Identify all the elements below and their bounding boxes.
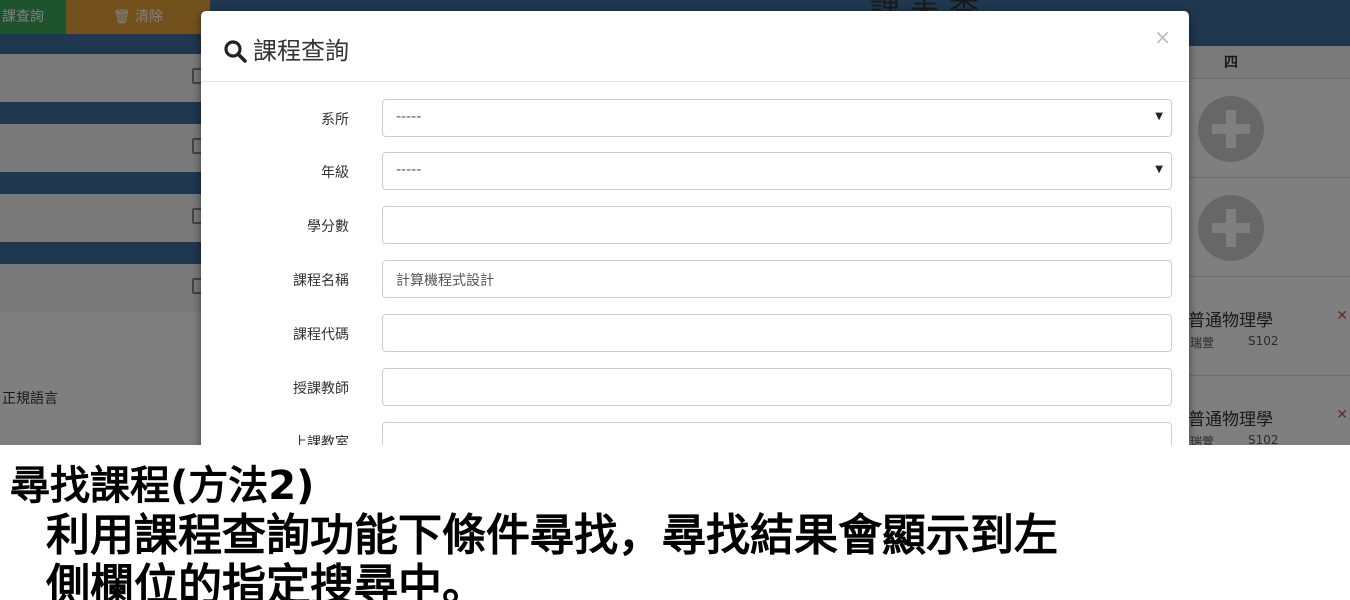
- grade-value: -----: [396, 162, 422, 178]
- grade-row: 年級 ----- ▼: [201, 152, 1189, 190]
- credits-label: 學分數: [307, 219, 349, 235]
- credits-row: 學分數: [201, 206, 1189, 244]
- caption-line: 側欄位的指定搜尋中。: [46, 560, 486, 600]
- course-name-input[interactable]: 計算機程式設計: [382, 260, 1172, 298]
- teacher-label: 授課教師: [293, 381, 349, 397]
- credits-input[interactable]: [382, 206, 1172, 244]
- tutorial-caption: 尋找課程(方法2) 利用課程查詢功能下條件尋找，尋找結果會顯示到左 側欄位的指定…: [0, 445, 1350, 600]
- course-name-label: 課程名稱: [293, 273, 349, 289]
- grade-select[interactable]: ----- ▼: [382, 152, 1172, 190]
- search-icon: [224, 40, 247, 63]
- dept-select[interactable]: ----- ▼: [382, 99, 1172, 137]
- course-code-input[interactable]: [382, 314, 1172, 352]
- course-code-row: 課程代碼: [201, 314, 1189, 352]
- teacher-row: 授課教師: [201, 368, 1189, 406]
- modal-header: 課程查詢 ×: [201, 11, 1189, 82]
- teacher-input[interactable]: [382, 368, 1172, 406]
- close-icon[interactable]: ×: [1154, 25, 1171, 49]
- grade-label: 年級: [321, 165, 349, 181]
- dept-value: -----: [396, 109, 422, 125]
- dept-row: 系所 ----- ▼: [201, 99, 1189, 137]
- course-search-modal: 課程查詢 × 系所 ----- ▼ 年級 ----- ▼ 學分數 課程名稱 計算…: [201, 11, 1189, 481]
- dropdown-arrow-icon: ▼: [1155, 111, 1163, 122]
- course-code-label: 課程代碼: [293, 327, 349, 343]
- modal-title: 課程查詢: [253, 37, 349, 65]
- course-name-row: 課程名稱 計算機程式設計: [201, 260, 1189, 298]
- dept-label: 系所: [321, 112, 349, 128]
- dropdown-arrow-icon: ▼: [1155, 164, 1163, 175]
